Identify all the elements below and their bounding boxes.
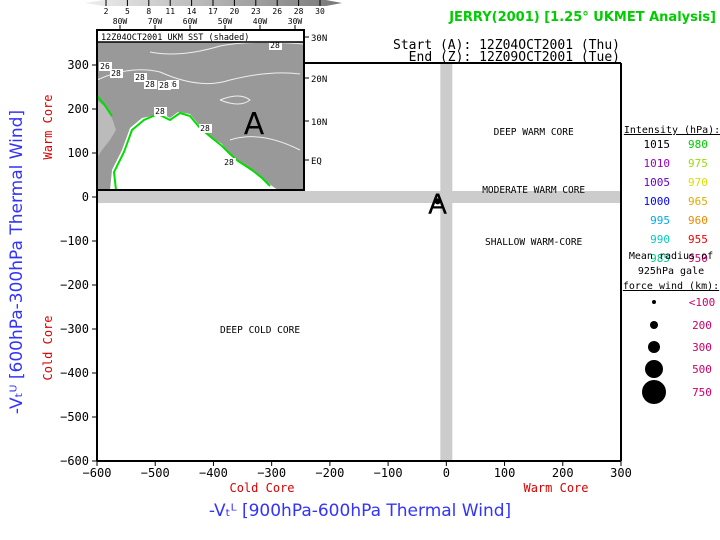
x-tick-label: 100 (494, 466, 516, 480)
radius-legend-marker (650, 321, 658, 329)
intensity-legend-entry: 970 (688, 176, 708, 189)
y-axis-ticks: −600 −500 −400 −300 −200 −100 0 100 200 300 (60, 58, 97, 468)
region-label: SHALLOW WARM-CORE (485, 237, 583, 248)
x-tick-label: −200 (315, 466, 344, 480)
storm-track-points: A (428, 187, 447, 220)
radius-legend-title: Mean radius of (629, 251, 713, 262)
sst-scale-label: 30 (315, 7, 325, 16)
track-point-label: A (428, 187, 447, 220)
contour-label: 28 (145, 80, 155, 89)
y-tick-label: −500 (60, 410, 89, 424)
cyclone-phase-chart: JERRY(2001) [1.25° UKMET Analysis] Start… (7, 0, 720, 521)
inset-lat-label: 30N (311, 34, 327, 44)
radius-legend-label: 500 (692, 363, 712, 376)
x-tick-label: −600 (83, 466, 112, 480)
sst-scale-label: 8 (146, 7, 151, 16)
sst-scale-label: 11 (165, 7, 175, 16)
x-warm-core-label: Warm Core (523, 481, 588, 495)
radius-legend-title: force wind (km): (623, 281, 719, 292)
region-label: DEEP COLD CORE (220, 325, 300, 336)
intensity-legend-entry: 955 (688, 233, 708, 246)
sst-scale-label: 17 (208, 7, 218, 16)
x-tick-label: 0 (443, 466, 450, 480)
y-tick-label: 0 (82, 190, 89, 204)
inset-lon-label: 80W (113, 17, 128, 26)
x-tick-label: −400 (199, 466, 228, 480)
intensity-legend-entry: 995 (650, 214, 670, 227)
intensity-legend-entry: 965 (688, 195, 708, 208)
intensity-legend-entry: 1015 (644, 138, 671, 151)
radius-legend-marker (645, 360, 663, 378)
radius-legend-label: <100 (689, 296, 716, 309)
y-axis-label: -Vₜᵁ [600hPa-300hPa Thermal Wind] (7, 110, 27, 414)
intensity-legend-title: Intensity (hPa): (624, 125, 720, 136)
x-axis-label: -Vₜᴸ [900hPa-600hPa Thermal Wind] (209, 501, 511, 521)
sst-scale-label: 5 (125, 7, 130, 16)
inset-latitude-labels: 30N 20N 10N EQ (304, 34, 327, 167)
intensity-legend-entry: 990 (650, 233, 670, 246)
inset-lon-label: 60W (183, 17, 198, 26)
contour-label: 28 (135, 73, 145, 82)
contour-label: 26 (100, 62, 110, 71)
contour-label: 28 (155, 107, 165, 116)
x-cold-core-label: Cold Core (229, 481, 294, 495)
y-tick-label: −400 (60, 366, 89, 380)
intensity-legend-entry: 1000 (644, 195, 671, 208)
radius-legend-label: 300 (692, 341, 712, 354)
inset-lat-label: EQ (311, 157, 322, 167)
contour-label: 28 (159, 81, 169, 90)
y-tick-label: 300 (67, 58, 89, 72)
sst-inset-map: 2628 2828 262828282828 A 12Z04OCT2001 UKM … (84, 0, 342, 191)
sst-scale-label: 14 (187, 7, 197, 16)
sst-scale-label: 28 (294, 7, 304, 16)
sst-scale-label: 23 (251, 7, 261, 16)
x-axis-ticks: −600 −500 −400 −300 −200 −100 0 100 200 300 (83, 461, 632, 480)
sst-scale-label: 20 (230, 7, 240, 16)
chart-title: JERRY(2001) [1.25° UKMET Analysis] (448, 10, 716, 25)
radius-legend-title: 925hPa gale (638, 266, 704, 277)
inset-lon-label: 40W (253, 17, 268, 26)
contour-label: 28 (111, 69, 121, 78)
y-tick-label: 100 (67, 146, 89, 160)
intensity-legend: Intensity (hPa): 1015 980 1010 975 1005 970 100… (624, 125, 720, 265)
inset-lon-label: 70W (148, 17, 163, 26)
region-label: DEEP WARM CORE (494, 127, 574, 138)
radius-legend-label: 750 (692, 386, 712, 399)
x-tick-label: 300 (610, 466, 632, 480)
intensity-legend-entry: 980 (688, 138, 708, 151)
radius-legend: Mean radius of 925hPa gale force wind (km)… (623, 251, 719, 404)
y-tick-label: −600 (60, 454, 89, 468)
inset-storm-marker: A (244, 107, 265, 142)
y-tick-label: 200 (67, 102, 89, 116)
intensity-legend-entry: 975 (688, 157, 708, 170)
y-tick-label: −200 (60, 278, 89, 292)
contour-label: 28 (224, 158, 234, 167)
inset-title: 12Z04OCT2001 UKM SST (shaded) (101, 33, 249, 43)
y-warm-core-label: Warm Core (41, 94, 55, 159)
sst-scale-label: 2 (104, 7, 109, 16)
sst-color-scale: 2 5 8 11 14 17 20 23 26 28 30 80W 70W 60W 50W 40W 30W (84, 0, 342, 30)
inset-lon-label: 30W (288, 17, 303, 26)
x-tick-label: −500 (141, 466, 170, 480)
radius-legend-marker (648, 341, 660, 353)
intensity-legend-entry: 960 (688, 214, 708, 227)
radius-legend-label: 200 (692, 319, 712, 332)
radius-legend-marker (652, 300, 656, 304)
x-tick-label: 200 (552, 466, 574, 480)
region-label: MODERATE WARM CORE (482, 185, 585, 196)
y-tick-label: −100 (60, 234, 89, 248)
inset-lat-label: 10N (311, 118, 327, 128)
y-cold-core-label: Cold Core (41, 315, 55, 380)
contour-label: 28 (200, 124, 210, 133)
inset-lat-label: 20N (311, 75, 327, 85)
sst-scale-label: 26 (272, 7, 282, 16)
x-tick-label: −300 (257, 466, 286, 480)
x-tick-label: −100 (374, 466, 403, 480)
zero-band-vertical (440, 63, 453, 461)
inset-lon-label: 50W (218, 17, 233, 26)
y-tick-label: −300 (60, 322, 89, 336)
radius-legend-marker (642, 380, 666, 404)
intensity-legend-entry: 1005 (644, 176, 671, 189)
intensity-legend-entry: 1010 (644, 157, 671, 170)
